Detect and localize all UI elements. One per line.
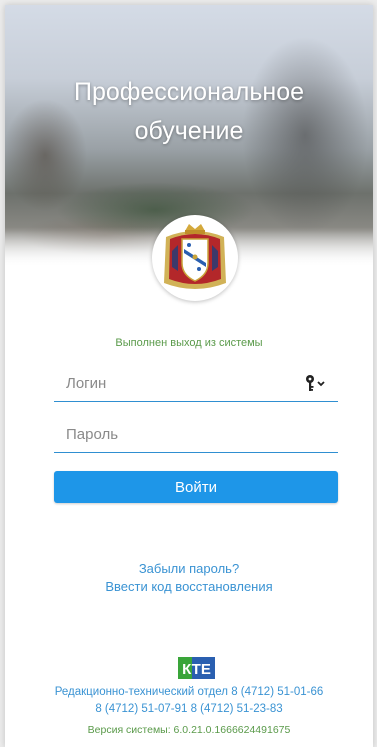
coat-of-arms-icon <box>152 215 238 301</box>
kte-logo: КТЕ <box>178 657 215 679</box>
key-icon[interactable] <box>304 374 328 392</box>
department-contact: Редакционно-технический отдел 8 (4712) 5… <box>54 686 324 698</box>
phone-numbers: 8 (4712) 51-07-91 8 (4712) 51-23-83 <box>95 703 283 715</box>
login-card: Профессиональное обучение Выполнен выход… <box>5 5 373 747</box>
password-field <box>54 417 338 453</box>
login-button[interactable]: Войти <box>54 471 338 503</box>
login-input[interactable] <box>54 366 338 401</box>
system-version: Версия системы: 6.0.21.0.1666624491675 <box>87 724 291 736</box>
login-field <box>54 366 338 402</box>
recovery-code-link[interactable]: Ввести код восстановления <box>5 579 373 594</box>
kte-logo-text: КТЕ <box>182 661 211 678</box>
title-line-1: Профессиональное <box>73 78 305 106</box>
password-input[interactable] <box>54 417 338 452</box>
forgot-password-link[interactable]: Забыли пароль? <box>5 561 373 576</box>
status-message: Выполнен выход из системы <box>115 337 263 349</box>
page-title: Профессиональное обучение <box>5 73 373 151</box>
title-line-2: обучение <box>134 117 244 145</box>
